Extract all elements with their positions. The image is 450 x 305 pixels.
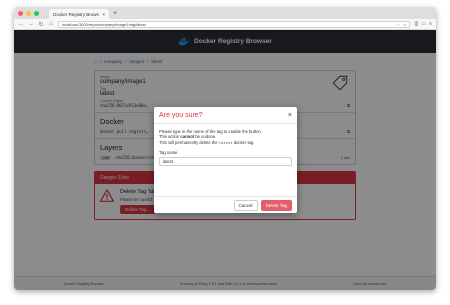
tab-close-icon[interactable]: ×: [102, 12, 105, 17]
modal-consequence-tag: latest: [218, 139, 233, 145]
forward-icon[interactable]: →: [28, 21, 34, 27]
confirm-delete-button[interactable]: Delete Tag: [260, 199, 292, 211]
page-actions-icon[interactable]: ···: [396, 22, 400, 27]
close-window-button[interactable]: [18, 10, 23, 16]
browser-tab[interactable]: Docker Registry Browser ×: [49, 9, 109, 19]
modal-warning-pre: This action: [159, 134, 181, 140]
tab-bar: Docker Registry Browser × +: [14, 7, 436, 19]
minimize-window-button[interactable]: [26, 10, 31, 16]
reload-icon[interactable]: ↻: [38, 21, 44, 28]
hamburger-menu-icon[interactable]: ≡: [429, 21, 432, 27]
browser-window: Docker Registry Browser × + ← → ↻ ⌂ loca…: [14, 7, 436, 290]
tab-title: Docker Registry Browser: [53, 11, 100, 17]
sidebar-icon[interactable]: ▭: [421, 21, 426, 27]
url-text: localhost:3000/repo/company/image1/tag/l…: [62, 21, 146, 27]
modal-consequence-post: docker tag.: [232, 139, 255, 145]
bookmark-star-icon[interactable]: ☆: [403, 22, 407, 27]
tag-name-label: Tag name: [159, 149, 178, 155]
back-icon[interactable]: ←: [18, 21, 24, 27]
maximize-window-button[interactable]: [34, 10, 39, 16]
library-icon[interactable]: |||: [414, 21, 418, 27]
modal-consequence-pre: This will permanently delete the: [159, 139, 219, 145]
browser-toolbar: ← → ↻ ⌂ localhost:3000/repo/company/imag…: [14, 19, 436, 30]
new-tab-button[interactable]: +: [113, 9, 117, 19]
modal-close-button[interactable]: ×: [288, 112, 292, 119]
modal-consequence: This will permanently delete the latest …: [159, 140, 292, 145]
cancel-button[interactable]: Cancel: [233, 199, 258, 211]
modal-title: Are you sure?: [159, 111, 203, 119]
address-bar[interactable]: localhost:3000/repo/company/image1/tag/l…: [58, 20, 411, 28]
home-icon[interactable]: ⌂: [48, 21, 54, 27]
modal-warning-bold: cannot: [180, 134, 195, 140]
window-controls: [18, 7, 39, 19]
tag-name-input[interactable]: [159, 157, 292, 167]
modal-warning-post: be undone.: [194, 134, 217, 140]
confirm-delete-modal: Are you sure? × Please type in the name …: [154, 107, 297, 213]
